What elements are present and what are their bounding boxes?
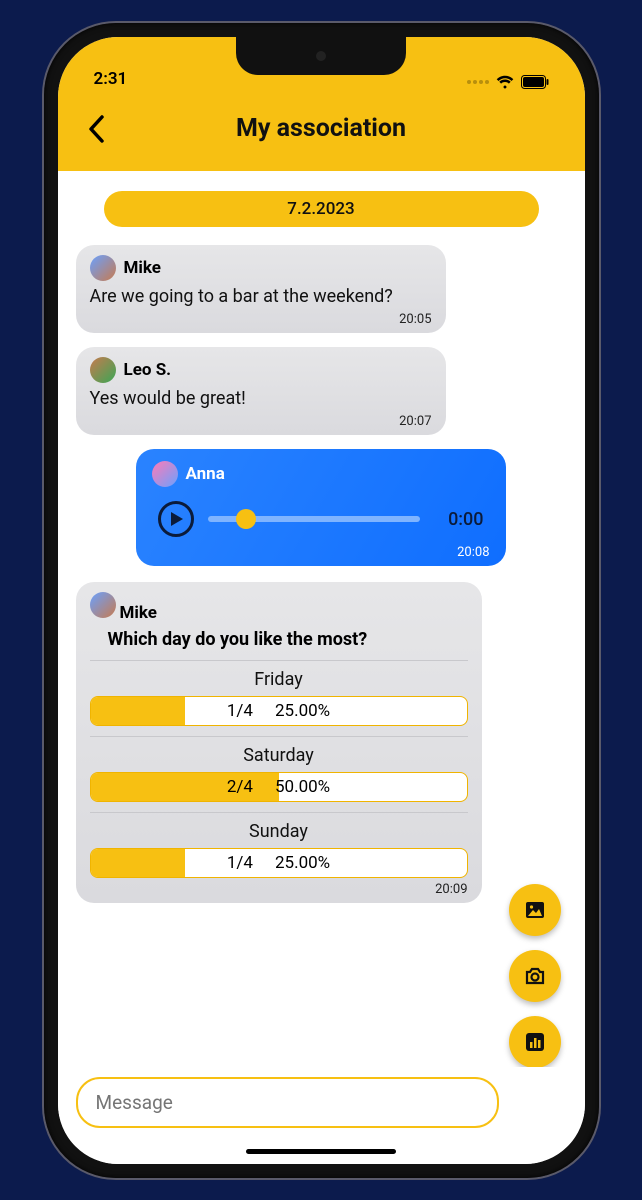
message-bubble[interactable]: Leo S. Yes would be great! 20:07 (76, 347, 446, 435)
play-icon (171, 512, 183, 526)
poll-bar: 1/4 25.00% (90, 696, 468, 726)
poll-option-label: Saturday (90, 745, 468, 766)
poll-count: 1/4 (227, 853, 253, 873)
battery-icon (521, 75, 549, 89)
header: My association (58, 91, 585, 171)
scrubber-knob[interactable] (236, 509, 256, 529)
poll-option[interactable]: Friday 1/4 25.00% (90, 669, 468, 726)
poll-count: 1/4 (227, 701, 253, 721)
poll-option[interactable]: Sunday 1/4 25.00% (90, 821, 468, 878)
message-input[interactable] (76, 1077, 499, 1128)
poll-percent: 25.00% (275, 853, 330, 873)
status-icons (467, 75, 549, 89)
poll-bar: 2/4 50.00% (90, 772, 468, 802)
poll-percent: 25.00% (275, 701, 330, 721)
avatar (152, 461, 178, 487)
voice-message-bubble[interactable]: Anna 0:00 20:08 (136, 449, 506, 566)
status-time: 2:31 (94, 69, 128, 89)
chevron-left-icon (87, 115, 105, 143)
screen: 2:31 My association 7.2.2023 (58, 37, 585, 1164)
poll-option-label: Friday (90, 669, 468, 690)
poll-bar: 1/4 25.00% (90, 848, 468, 878)
image-icon (523, 898, 547, 922)
message-text: Are we going to a bar at the weekend? (90, 285, 432, 308)
message-time: 20:09 (90, 882, 468, 897)
chat-scroll[interactable]: 7.2.2023 Mike Are we going to a bar at t… (58, 171, 585, 1088)
poll-option-label: Sunday (90, 821, 468, 842)
message-time: 20:08 (152, 545, 490, 560)
camera-icon (523, 964, 547, 988)
signal-dots-icon (467, 80, 489, 84)
message-text: Yes would be great! (90, 387, 432, 410)
avatar (90, 592, 116, 618)
poll-bar-fill (91, 849, 185, 877)
notch (236, 37, 406, 75)
poll-percent: 50.00% (275, 777, 330, 797)
voice-player: 0:00 (152, 501, 490, 543)
poll-option[interactable]: Saturday 2/4 50.00% (90, 745, 468, 802)
avatar (90, 357, 116, 383)
page-title: My association (58, 114, 585, 143)
message-time: 20:05 (90, 312, 432, 327)
sender-name: Anna (186, 464, 225, 484)
wifi-icon (495, 75, 515, 89)
home-indicator[interactable] (246, 1149, 396, 1154)
bar-chart-icon (524, 1031, 546, 1053)
message-bubble[interactable]: Mike Are we going to a bar at the weeken… (76, 245, 446, 333)
poll-count: 2/4 (227, 777, 253, 797)
date-separator: 7.2.2023 (104, 191, 539, 227)
avatar (90, 255, 116, 281)
poll-bubble[interactable]: Mike Which day do you like the most? Fri… (76, 582, 482, 903)
sender-name: Mike (124, 258, 161, 278)
poll-bar-fill (91, 697, 185, 725)
voice-duration: 0:00 (434, 509, 484, 530)
poll-fab[interactable] (509, 1016, 561, 1068)
divider (90, 660, 468, 661)
phone-frame: 2:31 My association 7.2.2023 (44, 23, 599, 1178)
sender-name: Mike (119, 603, 156, 623)
sender-name: Leo S. (124, 360, 172, 380)
message-time: 20:07 (90, 414, 432, 429)
divider (90, 812, 468, 813)
back-button[interactable] (76, 109, 116, 149)
divider (90, 736, 468, 737)
camera-fab[interactable] (509, 950, 561, 1002)
image-fab[interactable] (509, 884, 561, 936)
voice-scrubber[interactable] (208, 516, 420, 522)
poll-question: Which day do you like the most? (108, 629, 468, 650)
play-button[interactable] (158, 501, 194, 537)
